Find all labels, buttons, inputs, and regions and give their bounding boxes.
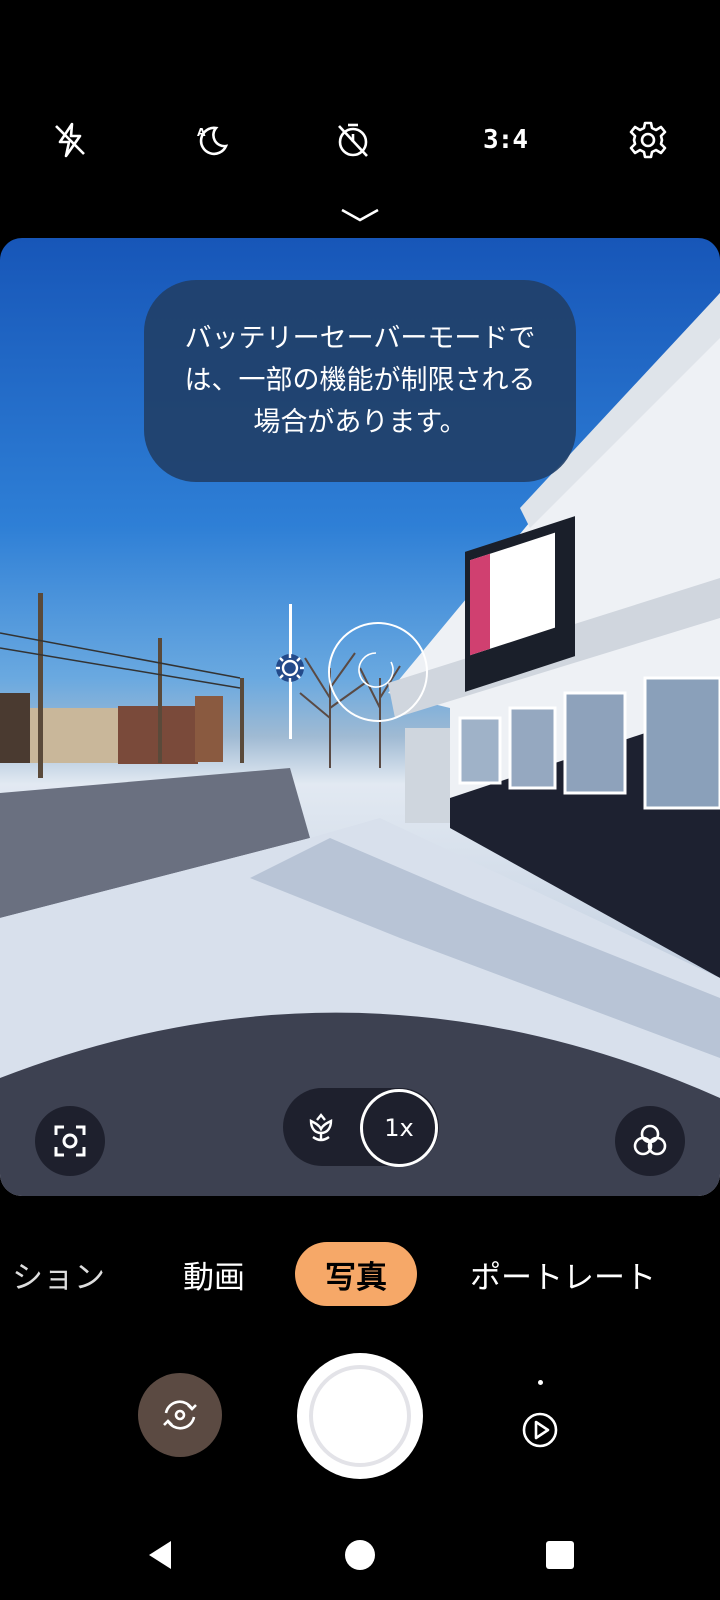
macro-flower-icon[interactable] — [301, 1107, 341, 1147]
camera-top-toolbar: A 3:4 — [0, 100, 720, 180]
recents-icon[interactable] — [535, 1530, 585, 1580]
mode-portrait[interactable]: ポートレート — [470, 1242, 656, 1306]
shutter-inner-ring — [309, 1365, 411, 1467]
shutter-button[interactable] — [297, 1353, 423, 1479]
play-circle-icon — [522, 1412, 558, 1448]
chevron-down-icon[interactable] — [340, 203, 380, 227]
camera-viewfinder[interactable]: バッテリーセーバーモードでは、一部の機能が制限される場合があります。 1x — [0, 238, 720, 1196]
focus-lock-icon — [356, 650, 396, 690]
filters-button[interactable] — [615, 1106, 685, 1176]
zoom-control: 1x — [283, 1088, 439, 1167]
home-icon[interactable] — [335, 1530, 385, 1580]
flash-off-icon[interactable] — [30, 100, 110, 180]
lens-scan-icon — [54, 1125, 86, 1157]
svg-text:A: A — [197, 126, 206, 139]
gallery-button[interactable] — [518, 1380, 562, 1450]
night-auto-icon[interactable]: A — [172, 100, 252, 180]
zoom-1x-button[interactable]: 1x — [360, 1089, 438, 1167]
mode-motion[interactable]: ション — [12, 1242, 105, 1306]
back-icon[interactable] — [135, 1530, 185, 1580]
aspect-ratio-button[interactable]: 3:4 — [465, 100, 545, 180]
system-nav-bar — [0, 1530, 720, 1580]
google-lens-button[interactable] — [35, 1106, 105, 1176]
flip-camera-icon — [163, 1400, 197, 1430]
camera-mode-selector: ション 動画 写真 ポートレート — [0, 1242, 720, 1306]
brightness-icon[interactable] — [274, 652, 306, 688]
filter-circles-icon — [633, 1124, 667, 1156]
battery-saver-hint: バッテリーセーバーモードでは、一部の機能が制限される場合があります。 — [144, 280, 576, 482]
switch-camera-button[interactable] — [138, 1373, 222, 1457]
mode-video[interactable]: 動画 — [183, 1242, 245, 1306]
timer-off-icon[interactable] — [313, 100, 393, 180]
new-item-dot — [538, 1380, 543, 1385]
gear-icon[interactable] — [608, 100, 688, 180]
mode-photo[interactable]: 写真 — [295, 1242, 417, 1306]
